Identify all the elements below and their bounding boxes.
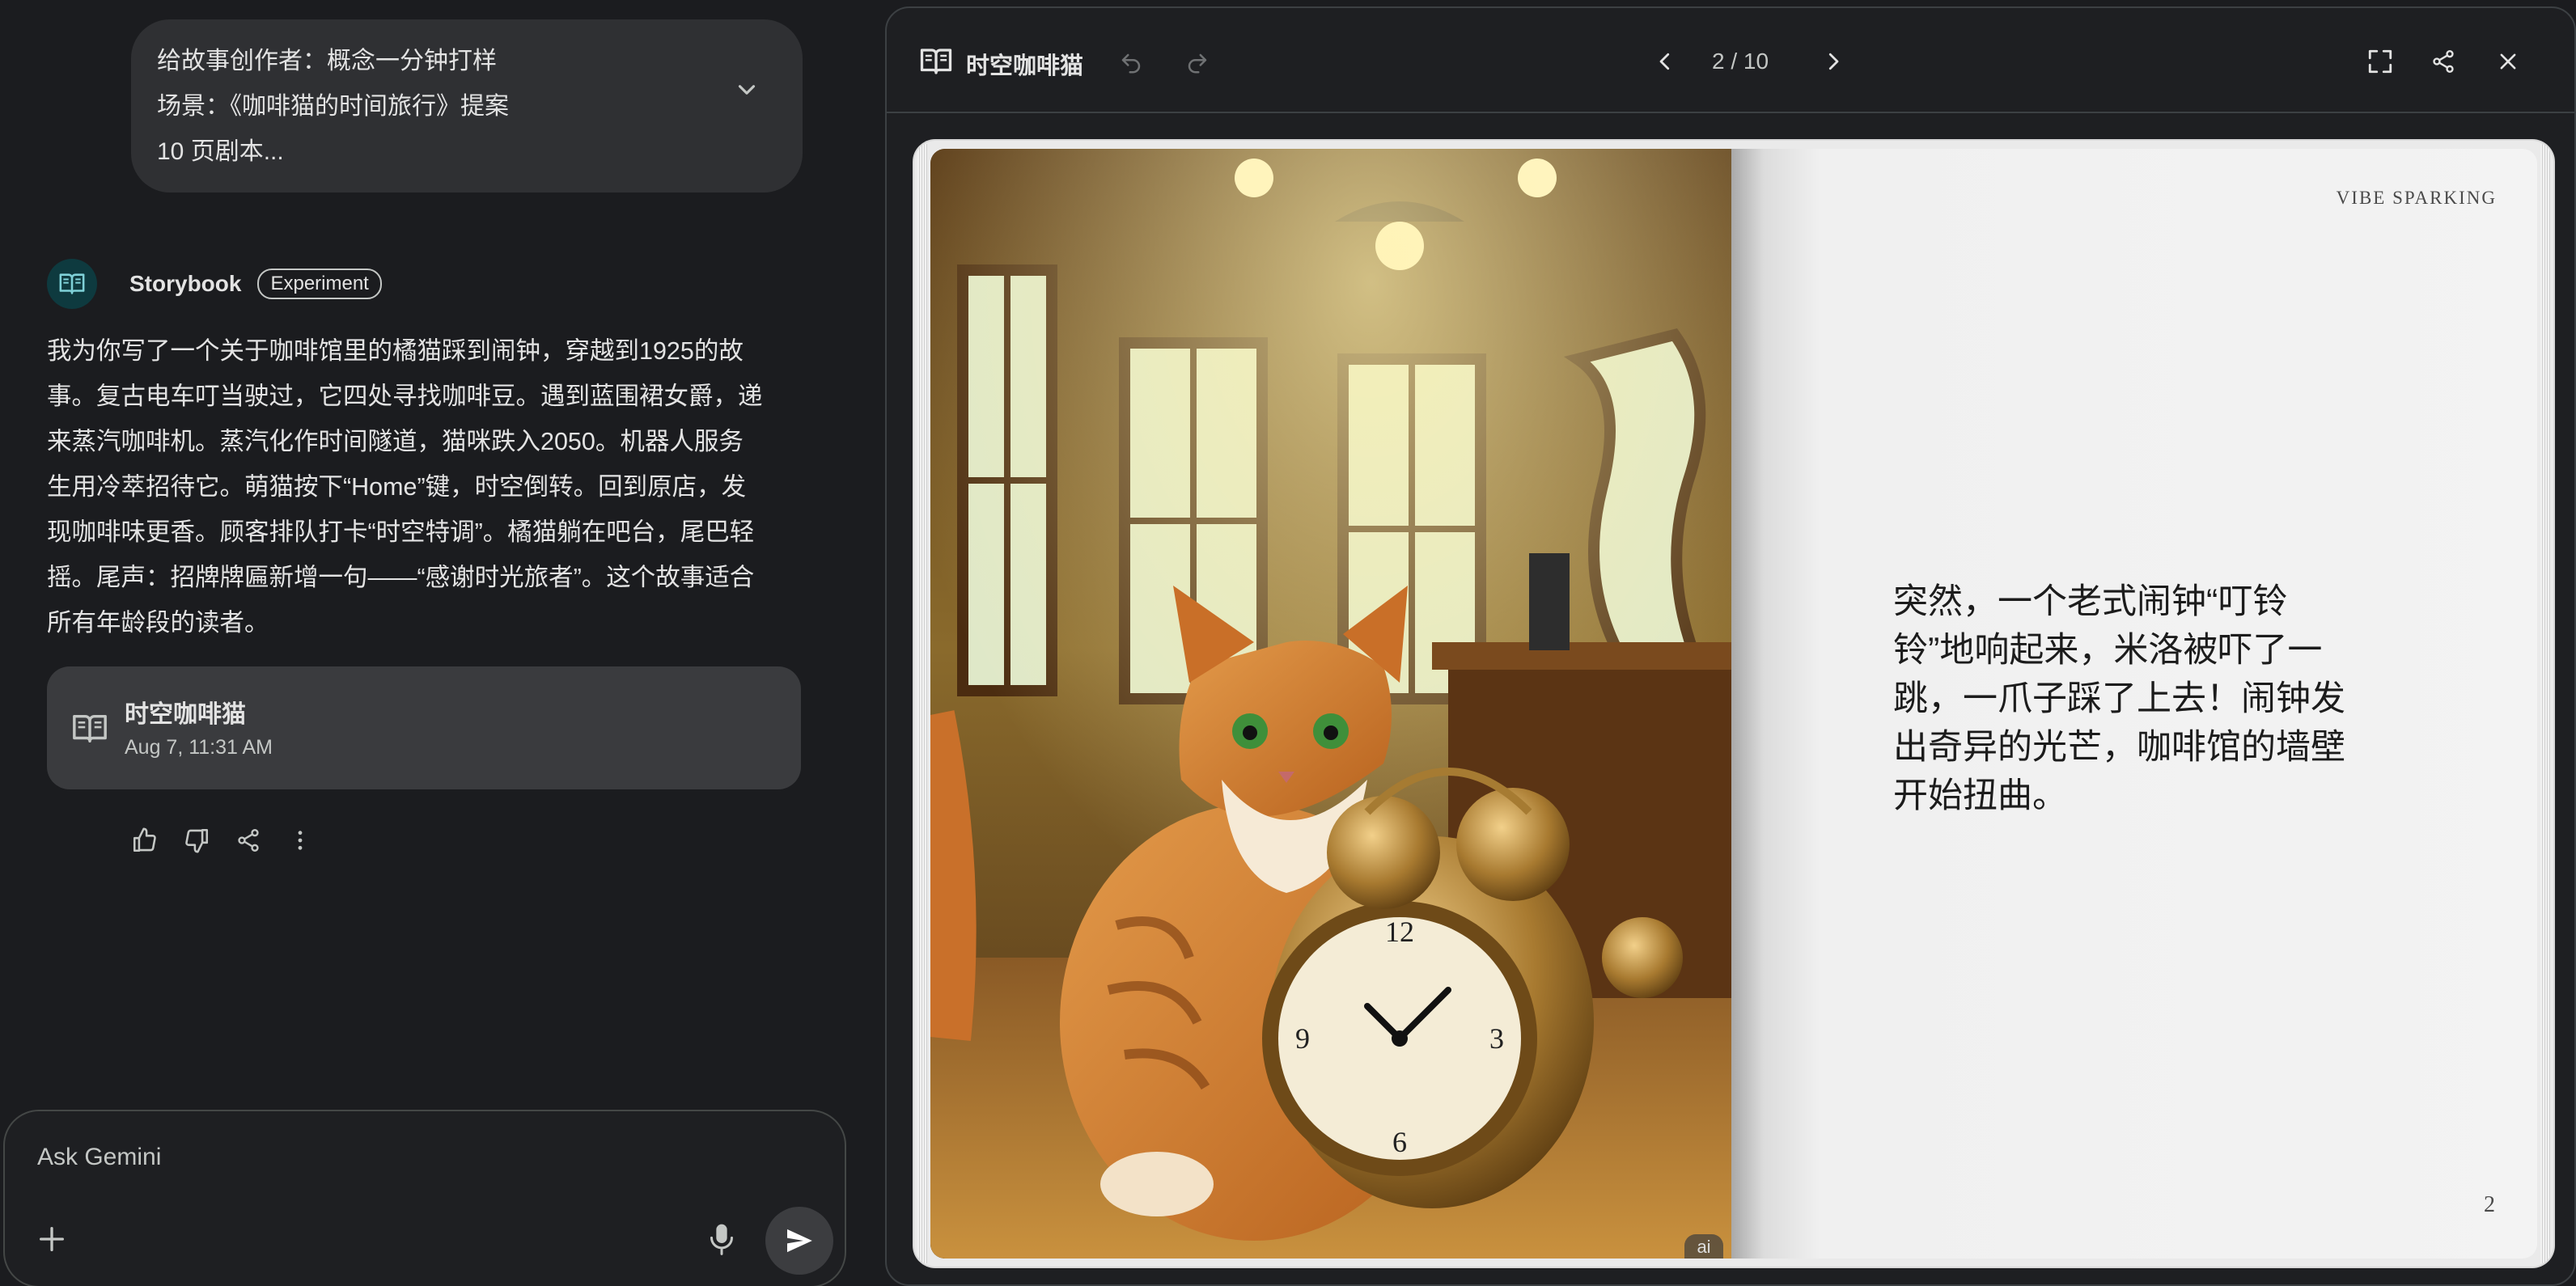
prompt-input-box[interactable]: Ask Gemini bbox=[3, 1110, 846, 1286]
chevron-down-icon[interactable] bbox=[733, 76, 761, 104]
storybook-icon bbox=[59, 273, 85, 294]
reply-line: 我为你写了一个关于咖啡馆里的橘猫踩到闹钟，穿越到1925的故 bbox=[47, 337, 744, 365]
thumb-up-icon bbox=[133, 827, 156, 852]
undo-button[interactable] bbox=[1113, 45, 1149, 81]
close-button[interactable] bbox=[2490, 44, 2526, 79]
fullscreen-button[interactable] bbox=[2362, 44, 2398, 79]
more-icon bbox=[298, 831, 303, 850]
story-line: 出奇异的光芒，咖啡馆的墙壁 bbox=[1893, 728, 2345, 767]
svg-text:12: 12 bbox=[1385, 916, 1414, 948]
ai-badge: ai bbox=[1684, 1234, 1723, 1259]
story-line: 铃”地响起来，米洛被吓了一 bbox=[1893, 631, 2323, 670]
assistant-name: Storybook bbox=[129, 271, 242, 296]
prev-page-icon bbox=[1659, 53, 1670, 70]
next-page-button[interactable] bbox=[1815, 44, 1851, 79]
share-button[interactable] bbox=[231, 823, 265, 857]
thumb-down-icon bbox=[185, 828, 209, 853]
viewer-title: 时空咖啡猫 bbox=[966, 53, 1084, 79]
response-actions bbox=[128, 823, 317, 857]
redo-icon bbox=[1188, 53, 1207, 74]
story-card-date: Aug 7, 11:31 AM bbox=[125, 736, 273, 759]
next-page-icon bbox=[1828, 53, 1839, 70]
reply-line: 摇。尾声：招牌牌匾新增一句——“感谢时光旅者”。这个故事适合 bbox=[47, 564, 755, 591]
share-button[interactable] bbox=[2426, 44, 2461, 79]
assistant-reply: 我为你写了一个关于咖啡馆里的橘猫踩到闹钟，穿越到1925的故 事。复古电车叮当驶… bbox=[47, 328, 807, 645]
user-prompt-bubble[interactable]: 给故事创作者：概念一分钟打样 场景：《咖啡猫的时间旅行》提案 10 页剧本... bbox=[131, 19, 803, 192]
page-edge-right bbox=[2540, 144, 2550, 1263]
redo-button[interactable] bbox=[1180, 45, 1215, 81]
user-prompt-line: 10 页剧本... bbox=[157, 138, 284, 165]
storybook-icon bbox=[73, 714, 107, 743]
experiment-badge: Experiment bbox=[257, 269, 382, 299]
story-card[interactable]: 时空咖啡猫 Aug 7, 11:31 AM bbox=[47, 666, 801, 789]
open-book: 12 3 6 9 ai VIBE SPARKING 突然，一个老式闹钟“叮铃 铃”地响… bbox=[914, 141, 2553, 1267]
mic-icon[interactable] bbox=[705, 1221, 738, 1257]
story-line: 跳，一爪子踩了上去！闹钟发 bbox=[1893, 679, 2345, 718]
page-edge-left bbox=[917, 144, 927, 1263]
prev-page-button[interactable] bbox=[1647, 44, 1683, 79]
page-indicator: 2 / 10 bbox=[1712, 49, 1769, 74]
story-card-title: 时空咖啡猫 bbox=[125, 701, 246, 728]
chat-panel: 给故事创作者：概念一分钟打样 场景：《咖啡猫的时间旅行》提案 10 页剧本...… bbox=[0, 0, 858, 1286]
viewer-toolbar: 时空咖啡猫 2 / 10 bbox=[887, 8, 2574, 113]
prompt-input[interactable]: Ask Gemini bbox=[37, 1144, 161, 1171]
send-button[interactable] bbox=[765, 1207, 833, 1275]
assistant-header: Storybook Experiment bbox=[47, 259, 382, 309]
user-prompt-line: 场景：《咖啡猫的时间旅行》提案 bbox=[157, 93, 509, 120]
reply-line: 来蒸汽咖啡机。蒸汽化作时间隧道，猫咪跌入2050。机器人服务 bbox=[47, 428, 744, 455]
plus-icon[interactable] bbox=[36, 1223, 68, 1255]
storybook-avatar bbox=[47, 259, 97, 309]
svg-text:9: 9 bbox=[1295, 1022, 1310, 1055]
share-icon bbox=[2433, 50, 2454, 73]
thumb-down-button[interactable] bbox=[180, 823, 214, 857]
reply-line: 事。复古电车叮当驶过，它四处寻找咖啡豆。遇到蓝围裙女爵，递 bbox=[47, 383, 763, 410]
send-icon bbox=[787, 1229, 812, 1253]
story-line: 开始扭曲。 bbox=[1893, 776, 2067, 815]
svg-text:3: 3 bbox=[1489, 1022, 1504, 1055]
storybook-viewer: 时空咖啡猫 2 / 10 12 3 6 9 ai VIBE SPARKING 突… bbox=[885, 6, 2576, 1286]
page-brand: VIBE SPARKING bbox=[2336, 188, 2497, 208]
user-prompt-line: 给故事创作者：概念一分钟打样 bbox=[157, 48, 497, 74]
share-icon bbox=[238, 829, 259, 852]
svg-text:6: 6 bbox=[1392, 1126, 1407, 1158]
thumb-up-button[interactable] bbox=[128, 823, 162, 857]
reply-line: 生用冷萃招待它。萌猫按下“Home”键，时空倒转。回到原店，发 bbox=[47, 473, 747, 501]
close-icon bbox=[2500, 53, 2516, 70]
reply-line: 现咖啡味更香。顾客排队打卡“时空特调”。橘猫躺在吧台，尾巴轻 bbox=[47, 518, 755, 546]
reply-line: 所有年龄段的读者。 bbox=[47, 609, 269, 637]
more-button[interactable] bbox=[283, 823, 317, 857]
story-line: 突然，一个老式闹钟“叮铃 bbox=[1893, 582, 2288, 621]
text-page: VIBE SPARKING 突然，一个老式闹钟“叮铃 铃”地响起来，米洛被吓了一… bbox=[1731, 149, 2537, 1259]
cat-clock-illustration: 12 3 6 9 bbox=[930, 149, 1731, 1259]
page-number: 2 bbox=[2484, 1192, 2495, 1217]
fullscreen-icon bbox=[2368, 49, 2392, 74]
page-illustration: 12 3 6 9 ai bbox=[930, 149, 1731, 1259]
page-story-text: 突然，一个老式闹钟“叮铃 铃”地响起来，米洛被吓了一 跳，一爪子踩了上去！闹钟发… bbox=[1893, 577, 2379, 820]
undo-icon bbox=[1121, 53, 1141, 74]
storybook-icon bbox=[920, 49, 952, 74]
